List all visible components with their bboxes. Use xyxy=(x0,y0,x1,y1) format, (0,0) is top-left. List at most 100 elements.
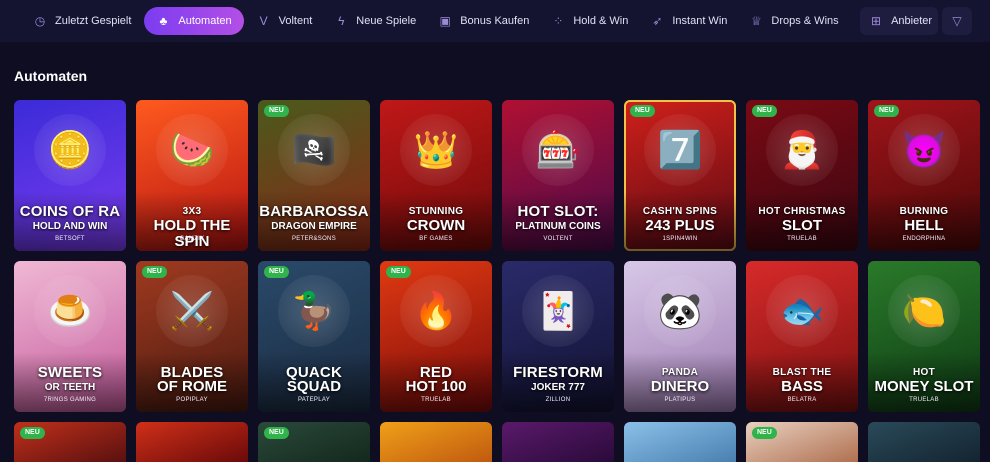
game-subtitle: OR TEETH xyxy=(44,382,96,393)
game-artwork: 😈 xyxy=(888,114,960,186)
game-provider: BELATRA xyxy=(787,397,817,403)
game-artwork: 👑 xyxy=(400,114,472,186)
game-tile[interactable]: ⚔️ NEU BLADES OF ROME POPIPLAY xyxy=(136,261,248,412)
game-tile[interactable]: 🐟 BLAST THE BASS BELATRA xyxy=(746,261,858,412)
game-tile[interactable]: 🎰 HOT SLOT: PLATINUM COINS VOLTENT xyxy=(502,100,614,251)
nav-item-label: Drops & Wins xyxy=(771,15,839,27)
game-artwork: 🦆 xyxy=(278,275,350,347)
game-tile[interactable]: 😈 NEU BURNING HELL ENDORPHINA xyxy=(868,100,980,251)
game-title: FIRESTORM xyxy=(513,364,603,381)
rocket-icon: ➶ xyxy=(652,14,663,28)
game-tile[interactable]: NEU xyxy=(14,422,126,462)
game-tile[interactable]: 🎅 NEU HOT CHRISTMAS SLOT TRUELAB xyxy=(746,100,858,251)
game-artwork: 🪙 xyxy=(34,114,106,186)
game-title: BURNING xyxy=(899,206,949,217)
nav-item-automaten[interactable]: ♣ Automaten xyxy=(144,7,244,35)
game-tile[interactable]: 🍋 HOT MONEY SLOT TRUELAB xyxy=(868,261,980,412)
game-subtitle: HOT 100 xyxy=(405,378,467,395)
cherries-icon: ♣ xyxy=(159,14,168,28)
game-title: CASH'N SPINS xyxy=(642,206,718,217)
game-artwork: ⚔️ xyxy=(156,275,228,347)
game-tile[interactable]: 🃏 FIRESTORM JOKER 777 ZILLION xyxy=(502,261,614,412)
game-artwork: 🍮 xyxy=(34,275,106,347)
new-badge: NEU xyxy=(752,427,777,439)
game-provider: PETER&SONS xyxy=(291,236,336,242)
section-title: Automaten xyxy=(14,68,88,84)
game-tile[interactable]: NEU xyxy=(258,422,370,462)
nav-item-zuletzt-gespielt[interactable]: ◷ Zuletzt Gespielt xyxy=(24,7,140,35)
grid-icon: ⊞ xyxy=(871,14,882,28)
trophy-icon: ♕ xyxy=(751,14,762,28)
game-tile[interactable]: NEU xyxy=(746,422,858,462)
game-provider: TRUELAB xyxy=(909,397,939,403)
game-subtitle: HELL xyxy=(904,217,944,234)
game-provider: BETSOFT xyxy=(55,236,85,242)
new-badge: NEU xyxy=(142,266,167,278)
game-provider: PLATIPUS xyxy=(664,397,696,403)
game-artwork: 🐼 xyxy=(644,275,716,347)
game-provider: VOLTENT xyxy=(543,236,573,242)
game-provider: ENDORPHINA xyxy=(902,236,946,242)
game-tile[interactable]: 🍉 3X3 HOLD THE SPIN GAMZIX xyxy=(136,100,248,251)
game-subtitle: HOLD AND WIN xyxy=(32,221,108,232)
category-list: ◷ Zuletzt Gespielt ♣ Automaten V Voltent ϟ Neue… xyxy=(24,7,948,35)
game-grid: 🪙 COINS OF RA HOLD AND WIN BETSOFT 🍉 3X3 HOLD … xyxy=(14,100,980,412)
new-badge: NEU xyxy=(264,427,289,439)
game-provider: 7RINGS GAMING xyxy=(43,397,97,403)
lightning-icon: ϟ xyxy=(338,14,345,28)
nav-item-drops-wins[interactable]: ♕ Drops & Wins xyxy=(740,7,847,35)
game-tile[interactable]: 7️⃣ NEU CASH'N SPINS 243 PLUS 1SPIN4WIN xyxy=(624,100,736,251)
game-tile[interactable]: 🐼 PANDA DINERO PLATIPUS xyxy=(624,261,736,412)
game-subtitle: BASS xyxy=(781,378,823,395)
game-tile[interactable] xyxy=(868,422,980,462)
game-provider: BF GAMES xyxy=(419,236,453,242)
nav-item-bonus-kaufen[interactable]: ▣ Bonus Kaufen xyxy=(429,7,538,35)
nav-item-neue-spiele[interactable]: ϟ Neue Spiele xyxy=(325,7,425,35)
game-tile[interactable]: 🦆 NEU QUACK SQUAD PATEPLAY xyxy=(258,261,370,412)
game-tile[interactable]: 🪙 COINS OF RA HOLD AND WIN BETSOFT xyxy=(14,100,126,251)
game-subtitle: SQUAD xyxy=(286,378,342,395)
game-title: HOT CHRISTMAS xyxy=(758,206,846,217)
game-title: PANDA xyxy=(661,367,699,378)
game-subtitle: DINERO xyxy=(650,378,710,395)
nav-item-label: Zuletzt Gespielt xyxy=(55,15,132,27)
game-tile[interactable] xyxy=(136,422,248,462)
nav-scroll-fade xyxy=(836,0,860,42)
nav-item-hold-win[interactable]: ⁘ Hold & Win xyxy=(542,7,637,35)
game-title: BLAST THE xyxy=(772,367,832,378)
game-tile[interactable]: 👑 STUNNING CROWN BF GAMES xyxy=(380,100,492,251)
nav-item-voltent[interactable]: V Voltent xyxy=(248,7,322,35)
game-provider: PATEPLAY xyxy=(297,397,331,403)
game-subtitle: SLOT xyxy=(782,217,822,234)
game-tile[interactable] xyxy=(380,422,492,462)
game-title: HOT SLOT: xyxy=(517,203,599,220)
new-badge: NEU xyxy=(20,427,45,439)
game-title: COINS OF RA xyxy=(19,203,121,220)
filter-button[interactable]: ▽ xyxy=(942,7,972,35)
new-badge: NEU xyxy=(630,105,655,117)
provider-label: Anbieter xyxy=(891,15,933,27)
game-subtitle: PLATINUM COINS xyxy=(515,221,601,232)
provider-button[interactable]: ⊞ Anbieter xyxy=(860,7,938,35)
game-provider: TRUELAB xyxy=(787,236,817,242)
game-artwork: 🎅 xyxy=(766,114,838,186)
nav-item-label: Neue Spiele xyxy=(356,15,417,27)
game-tile[interactable] xyxy=(502,422,614,462)
game-artwork: 🍋 xyxy=(888,275,960,347)
game-tile[interactable]: 🏴‍☠️ NEU BARBAROSSA DRAGON EMPIRE PETER&SONS xyxy=(258,100,370,251)
game-artwork: 7️⃣ xyxy=(644,114,716,186)
nav-item-instant-win[interactable]: ➶ Instant Win xyxy=(641,7,736,35)
game-artwork: 🔥 xyxy=(400,275,472,347)
game-title: BARBAROSSA xyxy=(259,203,369,220)
game-artwork: 🎰 xyxy=(522,114,594,186)
game-artwork: 🃏 xyxy=(522,275,594,347)
game-tile[interactable] xyxy=(624,422,736,462)
nav-item-label: Bonus Kaufen xyxy=(460,15,530,27)
new-badge: NEU xyxy=(874,105,899,117)
game-subtitle: 243 PLUS xyxy=(645,217,715,234)
game-title: 3X3 xyxy=(182,206,202,217)
game-tile[interactable]: 🔥 NEU RED HOT 100 TRUELAB xyxy=(380,261,492,412)
new-badge: NEU xyxy=(264,105,289,117)
game-tile[interactable]: 🍮 SWEETS OR TEETH 7RINGS GAMING xyxy=(14,261,126,412)
new-badge: NEU xyxy=(752,105,777,117)
